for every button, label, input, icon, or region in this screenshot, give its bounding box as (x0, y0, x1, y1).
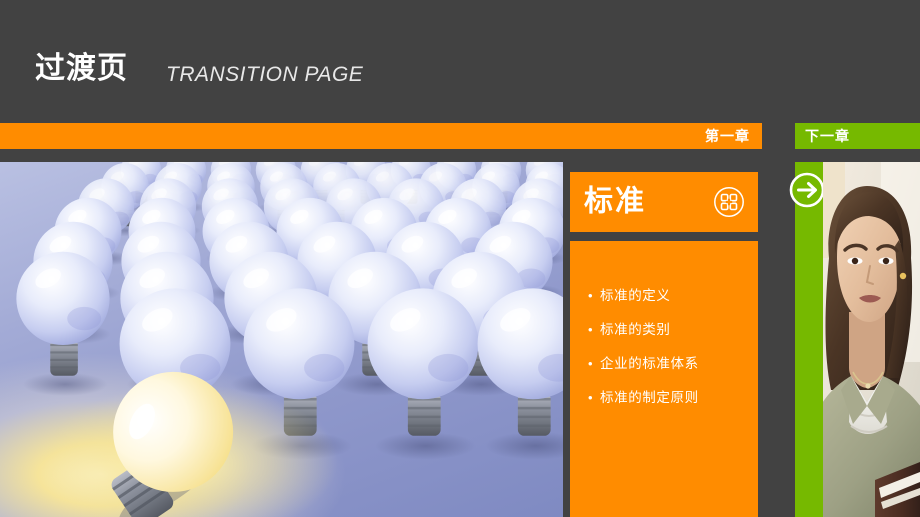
light-bulbs-image (0, 162, 563, 517)
transition-slide: 过渡页 TRANSITION PAGE 第一章 下一章 标准 • 标准的定义 •… (0, 0, 920, 517)
slide-header: 过渡页 TRANSITION PAGE (0, 0, 920, 123)
bullet-marker-icon: • (588, 356, 593, 371)
section-title-block: 标准 (570, 172, 758, 232)
section-bullet-panel: • 标准的定义 • 标准的类别 • 企业的标准体系 • 标准的制定原则 (570, 241, 758, 517)
businesswoman-photo (823, 162, 920, 517)
chapter-label: 第一章 (705, 128, 750, 144)
businesswoman-portrait-illustration (823, 162, 920, 517)
next-chapter-label: 下一章 (805, 128, 850, 144)
list-item[interactable]: • 标准的类别 (570, 321, 758, 338)
list-item[interactable]: • 标准的制定原则 (570, 389, 758, 406)
arrow-right-circle-icon (789, 172, 825, 208)
grid-squares-icon (714, 187, 744, 217)
page-subtitle: TRANSITION PAGE (166, 63, 364, 86)
list-item-label: 标准的制定原则 (600, 390, 699, 405)
glowing-bulb-illustration (38, 371, 338, 517)
page-title: 过渡页 (35, 52, 128, 85)
bullet-marker-icon: • (588, 322, 593, 337)
next-chapter-button[interactable] (789, 172, 825, 208)
list-item-label: 企业的标准体系 (600, 356, 699, 371)
list-item[interactable]: • 企业的标准体系 (570, 355, 758, 372)
list-item-label: 标准的定义 (600, 288, 671, 303)
next-chapter-bar[interactable]: 下一章 (795, 123, 920, 149)
section-title: 标准 (584, 185, 647, 218)
list-item[interactable]: • 标准的定义 (570, 287, 758, 304)
bullet-marker-icon: • (588, 288, 593, 303)
chapter-accent-bar: 第一章 (0, 123, 762, 149)
list-item-label: 标准的类别 (600, 322, 671, 337)
next-chapter-strip (795, 162, 823, 517)
bullet-list: • 标准的定义 • 标准的类别 • 企业的标准体系 • 标准的制定原则 (570, 287, 758, 406)
bullet-marker-icon: • (588, 390, 593, 405)
